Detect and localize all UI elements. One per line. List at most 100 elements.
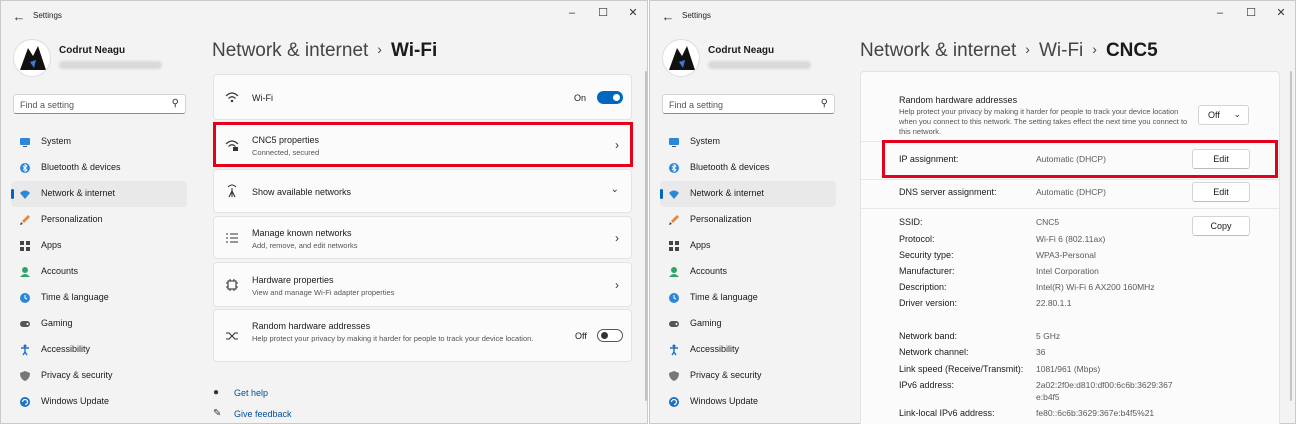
search-icon: ⚲ — [820, 98, 828, 109]
prop-label-driver: Driver version: — [899, 298, 958, 308]
random-hardware-addresses-card: Random hardware addresses Help protect y… — [213, 309, 632, 362]
sidebar-item-accessibility[interactable]: Accessibility — [11, 337, 187, 363]
sidebar-item-label: System — [690, 136, 721, 146]
dns-assignment-edit-button[interactable]: Edit — [1192, 182, 1250, 202]
sidebar-item-label: Privacy & security — [690, 370, 762, 380]
title-bar: ← Settings – ☐ ✕ — [1, 1, 647, 33]
update-icon — [669, 397, 679, 407]
breadcrumb-middle[interactable]: Wi-Fi — [1039, 40, 1083, 61]
sidebar-item-bluetooth[interactable]: Bluetooth & devices — [660, 155, 836, 181]
user-name: Codrut Neagu — [59, 45, 126, 56]
user-profile[interactable]: Codrut Neagu — [662, 39, 811, 77]
search-icon: ⚲ — [171, 98, 179, 109]
close-button[interactable]: ✕ — [1269, 5, 1293, 21]
sidebar-item-label: Bluetooth & devices — [41, 162, 121, 172]
prop-label-ipv6: IPv6 address: — [899, 380, 955, 390]
back-arrow-icon[interactable]: ← — [9, 7, 29, 27]
sidebar-item-network[interactable]: Network & internet — [11, 181, 187, 207]
manage-known-subtitle: Add, remove, and edit networks — [252, 241, 358, 250]
accessibility-icon — [21, 344, 29, 356]
sidebar-item-personalization[interactable]: Personalization — [660, 207, 836, 233]
breadcrumb: Network & internet › Wi-Fi › CNC5 — [860, 40, 1158, 62]
hardware-subtitle: View and manage Wi-Fi adapter properties — [252, 288, 395, 297]
sidebar-item-windows-update[interactable]: Windows Update — [660, 389, 836, 415]
sidebar-item-time-language[interactable]: Time & language — [11, 285, 187, 311]
sidebar-item-apps[interactable]: Apps — [660, 233, 836, 259]
chevron-down-icon[interactable]: ⌄ — [611, 184, 619, 195]
sidebar-nav: System Bluetooth & devices Network & int… — [660, 129, 836, 415]
settings-window-wifi: ← Settings – ☐ ✕ Codrut Neagu Find a set… — [0, 0, 648, 424]
sidebar-item-label: Gaming — [690, 318, 722, 328]
sidebar-item-label: Accounts — [690, 266, 728, 276]
breadcrumb: Network & internet › Wi-Fi — [212, 40, 437, 62]
sidebar-item-accounts[interactable]: Accounts — [660, 259, 836, 285]
copy-button[interactable]: Copy — [1192, 216, 1250, 236]
wifi-state: On — [574, 93, 587, 103]
sidebar-item-time-language[interactable]: Time & language — [660, 285, 836, 311]
prop-value-driver: 22.80.1.1 — [1036, 298, 1072, 308]
avatar — [662, 39, 700, 77]
hardware-properties-card[interactable]: Hardware properties View and manage Wi-F… — [213, 262, 632, 307]
close-button[interactable]: ✕ — [621, 5, 645, 21]
sidebar-item-gaming[interactable]: Gaming — [660, 311, 836, 337]
user-profile[interactable]: Codrut Neagu — [13, 39, 162, 77]
bluetooth-icon — [669, 163, 679, 173]
minimize-button[interactable]: – — [560, 5, 584, 21]
accessibility-icon — [670, 344, 678, 356]
search-placeholder: Find a setting — [20, 100, 75, 110]
apps-icon — [669, 241, 679, 251]
sidebar-item-network[interactable]: Network & internet — [660, 181, 836, 207]
sidebar-item-privacy[interactable]: Privacy & security — [11, 363, 187, 389]
prop-value-link-speed: 1081/961 (Mbps) — [1036, 364, 1101, 374]
sidebar-item-label: Time & language — [690, 292, 758, 302]
chevron-right-icon: › — [615, 230, 619, 245]
sidebar-item-system[interactable]: System — [11, 129, 187, 155]
sidebar-item-accounts[interactable]: Accounts — [11, 259, 187, 285]
monitor-icon — [669, 138, 679, 147]
breadcrumb-parent[interactable]: Network & internet — [212, 40, 368, 61]
minimize-button[interactable]: – — [1208, 5, 1232, 21]
prop-value-ipv6: 2a02:2f0e:d810:df00:6c6b:3629:367 — [1036, 380, 1173, 390]
sidebar-item-label: Privacy & security — [41, 370, 113, 380]
shuffle-icon — [226, 331, 238, 340]
sidebar-item-accessibility[interactable]: Accessibility — [660, 337, 836, 363]
person-icon — [669, 267, 679, 277]
sidebar-item-label: System — [41, 136, 72, 146]
chevron-down-icon: ⌄ — [1233, 109, 1241, 119]
maximize-button[interactable]: ☐ — [591, 5, 615, 21]
prop-value-security: WPA3-Personal — [1036, 250, 1096, 260]
app-title: Settings — [33, 11, 62, 20]
search-input[interactable]: Find a setting ⚲ — [662, 94, 835, 114]
sidebar-item-bluetooth[interactable]: Bluetooth & devices — [11, 155, 187, 181]
random-hw-toggle[interactable] — [597, 329, 623, 342]
maximize-button[interactable]: ☐ — [1239, 5, 1263, 21]
apps-icon — [20, 241, 30, 251]
sidebar-item-apps[interactable]: Apps — [11, 233, 187, 259]
back-arrow-icon[interactable]: ← — [658, 7, 678, 27]
search-placeholder: Find a setting — [669, 100, 724, 110]
prop-label-band: Network band: — [899, 331, 958, 341]
wifi-toggle[interactable] — [597, 91, 623, 104]
chevron-right-icon: › — [615, 277, 619, 292]
sidebar-item-gaming[interactable]: Gaming — [11, 311, 187, 337]
sidebar-item-privacy[interactable]: Privacy & security — [660, 363, 836, 389]
manage-known-networks-card[interactable]: Manage known networks Add, remove, and e… — [213, 216, 632, 259]
hardware-title: Hardware properties — [252, 275, 334, 285]
search-input[interactable]: Find a setting ⚲ — [13, 94, 186, 114]
sidebar-item-label: Gaming — [41, 318, 73, 328]
sidebar-nav: System Bluetooth & devices Network & int… — [11, 129, 187, 415]
show-networks-title: Show available networks — [252, 187, 352, 197]
sidebar-item-personalization[interactable]: Personalization — [11, 207, 187, 233]
sidebar-item-label: Windows Update — [690, 396, 759, 406]
page-title: CNC5 — [1105, 40, 1158, 61]
sidebar-item-label: Network & internet — [41, 188, 116, 198]
show-available-networks-card[interactable]: Show available networks ⌄ — [213, 169, 632, 213]
scrollbar[interactable] — [1290, 71, 1292, 401]
sidebar-item-label: Windows Update — [41, 396, 110, 406]
sidebar-item-system[interactable]: System — [660, 129, 836, 155]
sidebar-item-label: Time & language — [41, 292, 109, 302]
breadcrumb-parent[interactable]: Network & internet — [860, 40, 1016, 61]
scrollbar[interactable] — [645, 71, 647, 401]
random-hw-dropdown[interactable]: Off ⌄ — [1198, 105, 1249, 125]
sidebar-item-windows-update[interactable]: Windows Update — [11, 389, 187, 415]
